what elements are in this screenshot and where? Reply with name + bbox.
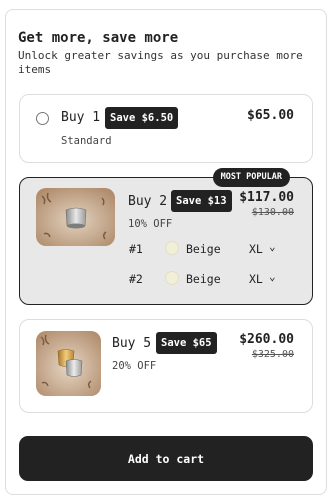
product-thumbnail xyxy=(36,188,115,246)
bundle-label: Buy 2 xyxy=(128,194,168,209)
chevron-down-icon[interactable]: ⌄ xyxy=(269,270,276,283)
bundle-note: 10% OFF xyxy=(128,218,173,230)
variant-row: #2 Beige XL ⌄ xyxy=(129,269,299,289)
bundle-price: $65.00 xyxy=(247,108,294,123)
savings-badge: Save $65 xyxy=(156,332,217,354)
bundle-option-buy-1[interactable]: Buy 1 Save $6.50 $65.00 Standard xyxy=(19,94,313,163)
bundle-label: Buy 5 xyxy=(112,336,152,351)
variant-color[interactable]: Beige xyxy=(186,272,221,286)
chevron-down-icon[interactable]: ⌄ xyxy=(269,240,276,253)
bundle-note: 20% OFF xyxy=(112,360,157,372)
color-swatch[interactable] xyxy=(165,241,179,255)
color-swatch[interactable] xyxy=(165,271,179,285)
bundle-price: $117.00 xyxy=(239,190,294,205)
offer-title: Get more, save more xyxy=(18,30,179,46)
variant-color[interactable]: Beige xyxy=(186,242,221,256)
variant-index: #1 xyxy=(129,242,143,256)
bundle-price: $260.00 xyxy=(239,332,294,347)
bundle-note: Standard xyxy=(61,135,112,147)
original-price: $130.00 xyxy=(251,207,294,218)
bundle-option-buy-2[interactable]: MOST POPULAR Buy 2 Save $13 $117.00 $130… xyxy=(19,168,313,305)
offer-subtitle: Unlock greater savings as you purchase m… xyxy=(18,49,303,76)
add-to-cart-button[interactable]: Add to cart xyxy=(19,436,313,481)
most-popular-tag: MOST POPULAR xyxy=(212,168,290,187)
savings-badge: Save $13 xyxy=(171,190,232,212)
variant-index: #2 xyxy=(129,272,143,286)
radio-button[interactable] xyxy=(36,112,49,125)
variant-row: #1 Beige XL ⌄ xyxy=(129,239,299,259)
original-price: $325.00 xyxy=(251,349,294,360)
size-select[interactable]: XL xyxy=(249,242,263,256)
size-select[interactable]: XL xyxy=(249,272,263,286)
savings-badge: Save $6.50 xyxy=(105,107,179,129)
bundle-option-buy-5[interactable]: Buy 5 Save $65 $260.00 $325.00 20% OFF xyxy=(19,319,313,413)
bundle-label: Buy 1 xyxy=(61,110,101,125)
product-thumbnail xyxy=(36,331,101,396)
